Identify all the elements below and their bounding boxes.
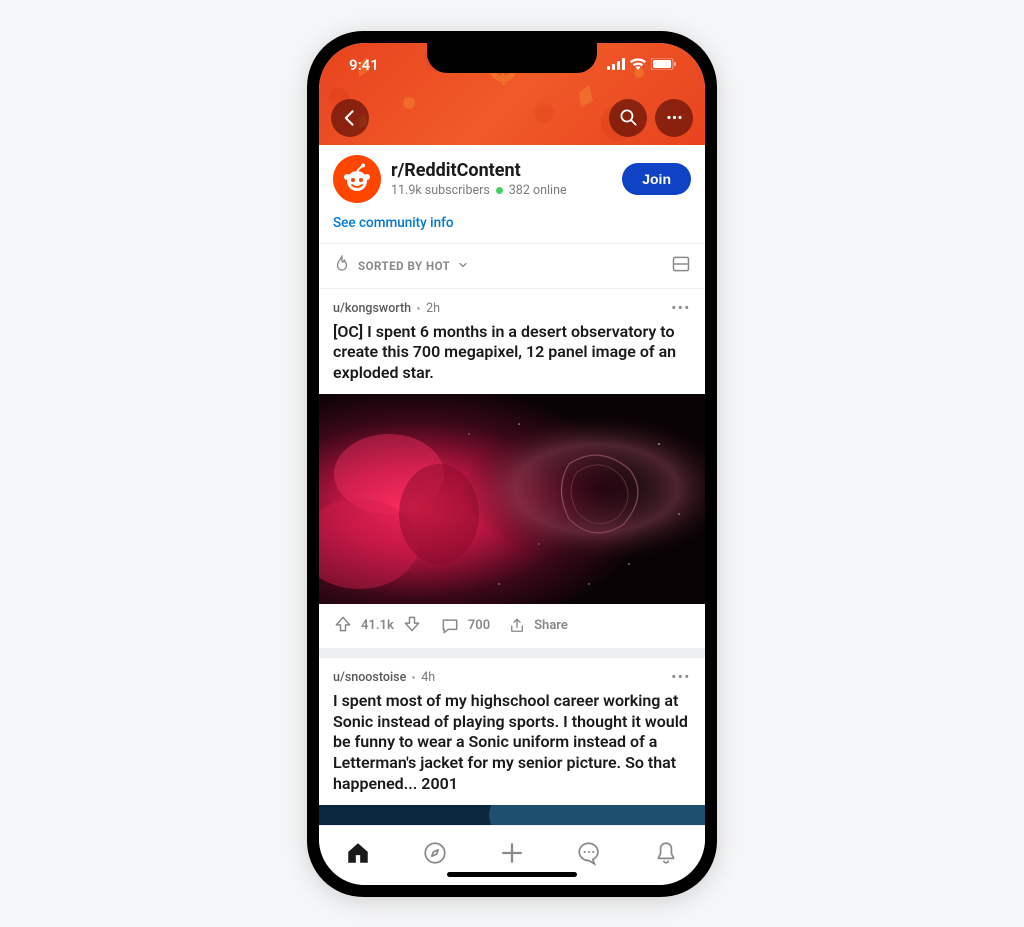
wifi-icon xyxy=(630,56,646,74)
more-button[interactable] xyxy=(655,99,693,137)
downvote-button[interactable] xyxy=(402,614,422,638)
post-more-button[interactable]: ••• xyxy=(672,670,691,685)
comment-count: 700 xyxy=(468,618,490,633)
signal-icon xyxy=(607,56,625,74)
comments-button[interactable]: 700 xyxy=(440,616,490,636)
post[interactable]: u/kongsworth 2h ••• [OC] I spent 6 month… xyxy=(319,289,705,648)
back-button[interactable] xyxy=(331,99,369,137)
online-count: 382 online xyxy=(509,183,567,198)
community-header: r/RedditContent 11.9k subscribers 382 on… xyxy=(319,145,705,243)
nav-chat[interactable] xyxy=(569,833,609,873)
share-button[interactable]: Share xyxy=(508,617,568,635)
upvote-button[interactable] xyxy=(333,614,353,638)
sort-bar: SORTED BY HOT xyxy=(319,243,705,289)
post-author[interactable]: u/kongsworth xyxy=(333,301,411,316)
online-dot-icon xyxy=(496,187,503,194)
status-time: 9:41 xyxy=(349,56,379,74)
see-community-info-link[interactable]: See community info xyxy=(333,215,454,231)
meta-separator-icon xyxy=(412,676,415,679)
post[interactable]: u/snoostoise 4h ••• I spent most of my h… xyxy=(319,658,705,825)
post-feed[interactable]: u/kongsworth 2h ••• [OC] I spent 6 month… xyxy=(319,289,705,825)
post-image[interactable] xyxy=(319,805,705,825)
flame-icon xyxy=(333,255,351,277)
post-age: 4h xyxy=(421,670,435,685)
status-right xyxy=(607,56,677,74)
subscriber-count: 11.9k subscribers xyxy=(391,183,490,198)
battery-icon xyxy=(651,56,677,74)
post-title[interactable]: I spent most of my highschool career wor… xyxy=(319,685,705,805)
sort-selector[interactable]: SORTED BY HOT xyxy=(333,255,469,277)
nav-inbox[interactable] xyxy=(646,833,686,873)
nav-home[interactable] xyxy=(338,833,378,873)
community-avatar[interactable] xyxy=(333,155,381,203)
phone-frame: 9:41 xyxy=(307,31,717,897)
post-age: 2h xyxy=(426,301,440,316)
share-label: Share xyxy=(534,618,568,633)
join-button[interactable]: Join xyxy=(622,163,691,195)
nav-discover[interactable] xyxy=(415,833,455,873)
meta-separator-icon xyxy=(417,307,420,310)
post-action-bar: 41.1k 700 Share xyxy=(319,604,705,648)
device-notch xyxy=(427,43,597,73)
chevron-down-icon xyxy=(457,256,469,275)
nav-create[interactable] xyxy=(492,833,532,873)
home-indicator[interactable] xyxy=(447,872,577,877)
upvote-count: 41.1k xyxy=(361,618,394,633)
post-image[interactable] xyxy=(319,394,705,604)
sort-label: SORTED BY HOT xyxy=(358,259,450,273)
post-title[interactable]: [OC] I spent 6 months in a desert observ… xyxy=(319,316,705,394)
post-more-button[interactable]: ••• xyxy=(672,301,691,316)
community-name[interactable]: r/RedditContent xyxy=(391,160,567,181)
view-mode-toggle[interactable] xyxy=(671,254,691,278)
post-author[interactable]: u/snoostoise xyxy=(333,670,406,685)
phone-screen: 9:41 xyxy=(319,43,705,885)
search-button[interactable] xyxy=(609,99,647,137)
